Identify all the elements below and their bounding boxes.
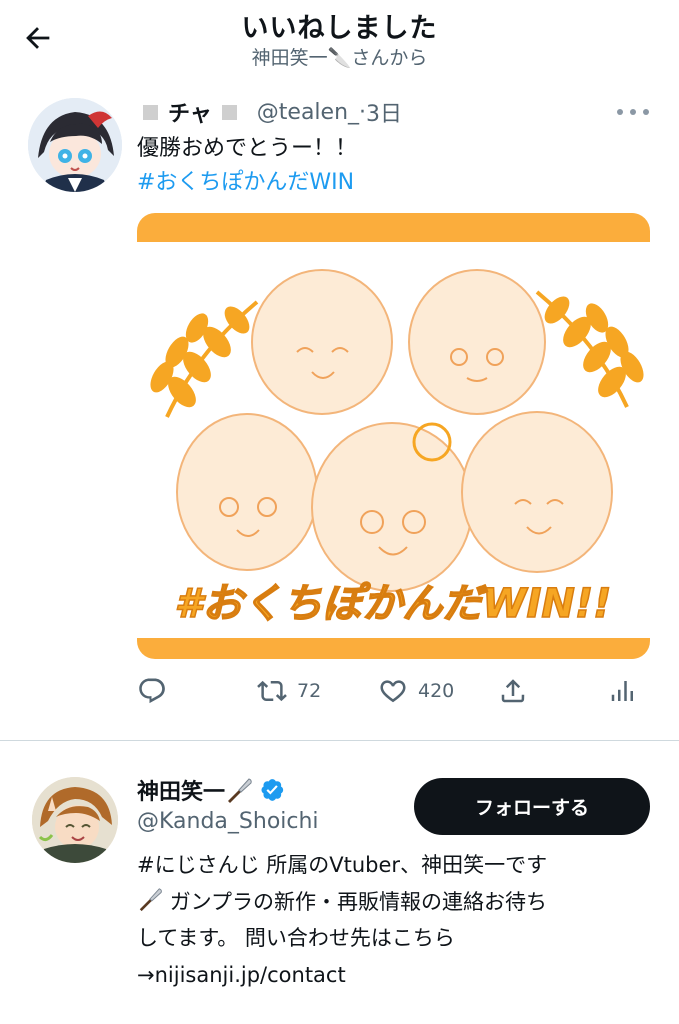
hashtag-link[interactable]: #おくちぽかんだWIN [137, 166, 354, 199]
avatar-illustration [32, 777, 118, 863]
bio-line: してます。 問い合わせ先はこちら [137, 926, 455, 950]
retweet-count: 72 [297, 680, 322, 702]
analytics-button[interactable] [607, 674, 637, 708]
bio-link[interactable]: →nijisanji.jp/contact [137, 957, 647, 994]
tweet-text: 優勝おめでとうー！！ [137, 136, 358, 161]
retweet-icon [257, 680, 287, 702]
page-subtitle: 神田笑一🔪さんから [251, 47, 428, 69]
like-count: 420 [418, 680, 455, 702]
knife-icon [228, 778, 252, 803]
tweet-time[interactable]: 3日 [366, 96, 402, 128]
user-card[interactable]: 神田笑一 @Kanda_Shoichi フォローする #にじさんじ 所属のVtu… [0, 741, 679, 1024]
illustration: #おくちぽかんだWIN!! [137, 242, 650, 638]
page-title: いいねしました [241, 13, 438, 44]
more-options-icon[interactable] [617, 100, 649, 124]
retweet-button[interactable]: 72 [257, 674, 321, 708]
analytics-icon [611, 681, 633, 701]
tweet-image[interactable]: #おくちぽかんだWIN!! [137, 213, 650, 659]
bio-line-with-icon: ガンプラの新作・再販情報の連絡お待ち [137, 884, 647, 921]
reply-button[interactable] [137, 674, 167, 708]
tweet-actions: 72 420 [137, 674, 650, 708]
tweet-header: チャ @tealen_ · 3日 [137, 96, 649, 128]
heart-icon [380, 680, 406, 703]
reply-icon [139, 678, 165, 704]
share-button[interactable] [498, 674, 528, 708]
like-button[interactable]: 420 [378, 674, 454, 708]
dot-separator: · [359, 99, 367, 125]
avatar-illustration [28, 98, 122, 192]
bio-text: ガンプラの新作・再販情報の連絡お待ち [169, 889, 548, 914]
name-emoji-box [143, 104, 158, 120]
user-name-row: 神田笑一 [137, 774, 285, 806]
verified-badge-icon [261, 779, 284, 801]
share-icon [501, 679, 525, 703]
follow-button[interactable]: フォローする [414, 778, 650, 835]
wheat-left-icon [150, 300, 259, 418]
name-emoji-box [221, 104, 237, 120]
user-handle[interactable]: @Kanda_Shoichi [137, 809, 319, 834]
image-caption: #おくちぽかんだWIN!! [175, 581, 612, 627]
tweet[interactable]: チャ @tealen_ · 3日 優勝おめでとうー！！ #おくちぽかんだWIN [0, 86, 679, 740]
avatar[interactable] [32, 777, 118, 863]
user-display-name[interactable]: 神田笑一 [137, 774, 225, 806]
wheat-right-icon [535, 290, 644, 408]
top-header: いいねしました 神田笑一🔪さんから [0, 0, 679, 86]
avatar[interactable] [28, 98, 122, 192]
knife-icon [139, 887, 162, 911]
tweet-handle[interactable]: @tealen_ [257, 100, 359, 125]
bio-line: #にじさんじ 所属のVtuber、神田笑一です [137, 853, 548, 877]
user-bio: #にじさんじ 所属のVtuber、神田笑一です ガンプラの新作・再販情報の連絡お… [137, 847, 647, 993]
tweet-display-name[interactable]: チャ [168, 96, 212, 128]
